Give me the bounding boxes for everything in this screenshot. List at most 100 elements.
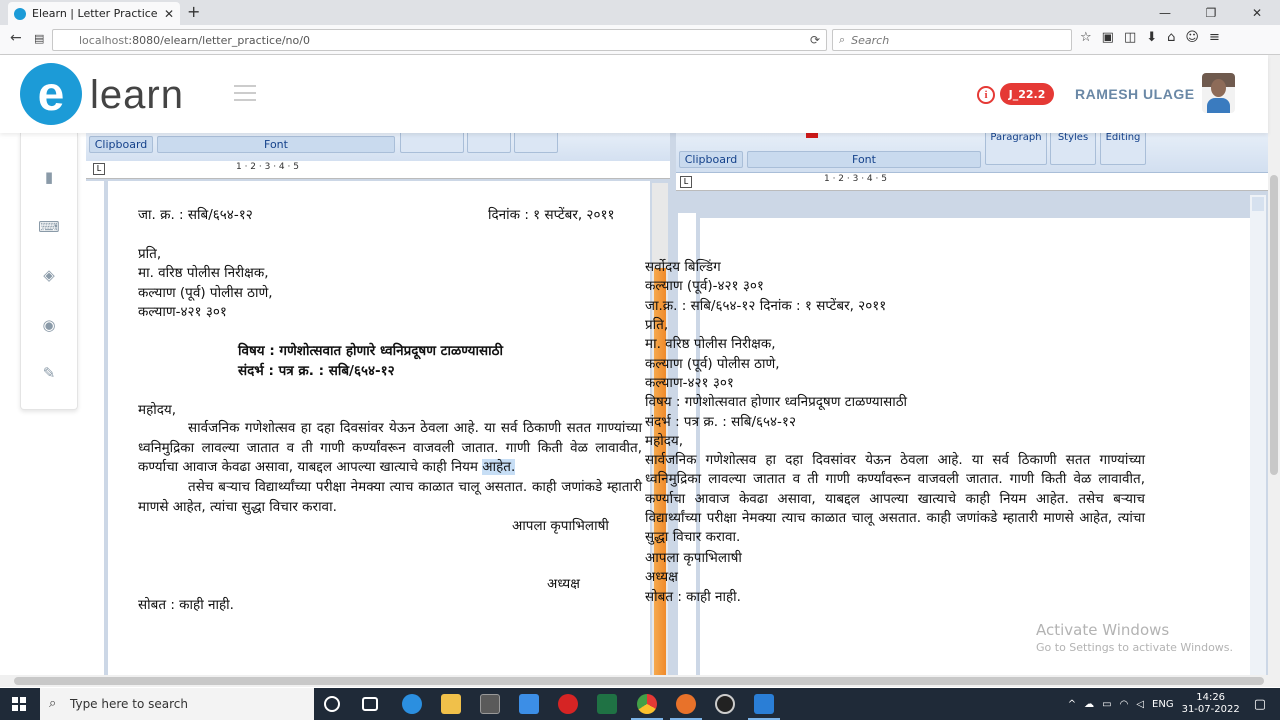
clock[interactable]: 14:26 31-07-2022 <box>1182 692 1240 716</box>
bookmark-star-icon[interactable]: ☆ <box>1080 30 1092 45</box>
new-tab-button[interactable]: + <box>187 2 200 21</box>
reading-list-icon[interactable]: ▣ <box>1102 30 1114 45</box>
page-vertical-scrollbar[interactable] <box>1268 55 1280 675</box>
typed-closing[interactable]: आपला कृपाभिलाषी <box>645 549 742 568</box>
chat-icon[interactable]: ☺ <box>1185 30 1199 45</box>
page-hscroll-thumb[interactable] <box>14 677 1264 685</box>
close-window-button[interactable]: ✕ <box>1234 0 1280 25</box>
tab-close-icon[interactable]: ✕ <box>164 7 174 21</box>
font-color-icon[interactable] <box>806 133 818 138</box>
opera-icon[interactable] <box>558 694 578 714</box>
cortana-icon[interactable] <box>324 696 340 712</box>
typed-enclosure[interactable]: सोबत : काही नाही. <box>645 588 741 607</box>
avatar[interactable] <box>1202 73 1235 113</box>
firefox-icon[interactable] <box>670 694 702 720</box>
paragraph-group-button[interactable]: Paragraph <box>985 131 1047 165</box>
elearn-favicon-icon <box>14 7 26 20</box>
chrome-icon[interactable] <box>631 694 663 720</box>
ruler-numbers: 1 · 2 · 3 · 4 · 5 <box>236 162 299 172</box>
typed-line[interactable]: प्रति, <box>645 316 668 335</box>
back-button[interactable]: ← <box>10 30 22 46</box>
keyboard-lang[interactable]: ENG <box>1152 699 1174 710</box>
editing-group-button[interactable]: Editing <box>1100 131 1146 165</box>
typed-line[interactable]: जा.क्र. : सबि/६५४-१२ दिनांक : १ सप्टेंबर… <box>645 297 886 316</box>
word-app-icon[interactable] <box>748 694 780 720</box>
search-icon: ⌕ <box>839 33 846 46</box>
typed-paragraph[interactable]: सार्वजनिक गणेशोत्सव हा दहा दिवसांवर येऊन… <box>645 451 1145 547</box>
letter-reference: संदर्भ : पत्र क्र. : सबि/६५४-१२ <box>238 363 395 379</box>
side-nav: ▮ ⌨ ◈ ◉ ✎ <box>20 133 78 410</box>
window-controls: — ❐ ✕ <box>1142 0 1280 25</box>
activate-windows-watermark: Activate Windows Go to Settings to activ… <box>1036 621 1233 654</box>
dropbox-icon[interactable]: ◈ <box>38 265 60 285</box>
letter-paragraph-1: सार्वजनिक गणेशोत्सव हा दहा दिवसांवर येऊन… <box>138 419 642 478</box>
clock-date: 31-07-2022 <box>1181 704 1240 715</box>
site-header: e learn i J_22.2 RAMESH ULAGE <box>0 55 1268 133</box>
mail-icon[interactable] <box>519 694 539 714</box>
browser-search-box[interactable]: ⌕ Search <box>832 29 1072 51</box>
clock-time: 14:26 <box>1196 692 1226 703</box>
ribbon-button[interactable] <box>467 131 511 153</box>
book-icon[interactable]: ▮ <box>38 167 60 187</box>
browser-toolbar: ☆ ▣ ◫ ⬇ ⌂ ☺ ≡ <box>1080 30 1220 45</box>
network-icon[interactable]: ▭ <box>1102 699 1111 710</box>
notification-icon[interactable]: ▢ <box>1254 697 1266 712</box>
keyboard-icon[interactable]: ⌨ <box>38 217 60 237</box>
volume-icon[interactable]: ◁ <box>1136 699 1144 710</box>
edge-browser-icon[interactable] <box>402 694 422 714</box>
reload-icon[interactable]: ⟳ <box>810 33 820 47</box>
page-scroll-thumb[interactable] <box>1270 175 1278 475</box>
browser-tab[interactable]: Elearn | Letter Practice ✕ <box>8 2 180 25</box>
tray-chevron-icon[interactable]: ^ <box>1068 699 1076 710</box>
tab-stop-icon[interactable]: L <box>93 163 105 175</box>
system-tray: ^ ☁ ▭ ◠ ◁ ENG 14:26 31-07-2022 ▢ <box>1068 688 1280 720</box>
excel-icon[interactable] <box>597 694 617 714</box>
typed-line[interactable]: कल्याण-४२१ ३०१ <box>645 374 734 393</box>
elearn-logo-icon[interactable]: e <box>20 63 82 125</box>
task-view-icon[interactable] <box>362 697 378 711</box>
info-icon[interactable]: i <box>977 86 995 104</box>
taskbar-search-box[interactable]: ⌕ Type here to search <box>40 688 314 720</box>
address-bar[interactable]: localhost :8080/elearn/letter_practice/n… <box>52 29 827 51</box>
typed-designation[interactable]: अध्यक्ष <box>645 568 678 587</box>
search-icon: ⌕ <box>49 696 57 711</box>
scroll-up-arrow-icon[interactable] <box>1252 197 1264 211</box>
typed-line[interactable]: सर्वोदय बिल्डिंग <box>645 258 721 277</box>
file-explorer-icon[interactable] <box>441 694 461 714</box>
letter-prati: प्रति, <box>138 246 162 262</box>
letter-date: दिनांक : १ सप्टेंबर, २०११ <box>488 207 615 223</box>
home-icon[interactable]: ⌂ <box>1167 30 1175 45</box>
selected-text[interactable]: आहेत. <box>482 459 516 475</box>
typed-line[interactable]: संदर्भ : पत्र क्र. : सबि/६५४-१२ <box>645 413 796 432</box>
menu-icon[interactable]: ≡ <box>1209 30 1220 45</box>
download-icon[interactable]: ⬇ <box>1146 30 1157 45</box>
pocket-icon[interactable]: ◫ <box>1124 30 1136 45</box>
right-ribbon: Clipboard Font Paragraph Styles Editing <box>676 131 1268 173</box>
hamburger-menu-icon[interactable] <box>234 85 256 106</box>
wifi-icon[interactable]: ◠ <box>1120 699 1129 710</box>
typed-line[interactable]: कल्याण (पूर्व) पोलीस ठाणे, <box>645 355 780 374</box>
logo-text[interactable]: learn <box>90 73 184 118</box>
gamepad-icon[interactable]: ◉ <box>38 315 60 335</box>
store-icon[interactable] <box>480 694 500 714</box>
typed-line[interactable]: महोदय, <box>645 432 683 451</box>
vertical-ruler <box>86 181 104 675</box>
styles-group-button[interactable]: Styles <box>1050 131 1096 165</box>
typed-line[interactable]: मा. वरिष्ठ पोलीस निरीक्षक, <box>645 335 776 354</box>
ribbon-button[interactable] <box>400 131 464 153</box>
cloud-icon[interactable]: ☁ <box>1084 699 1094 710</box>
windows-start-icon[interactable] <box>12 697 26 711</box>
maximize-button[interactable]: ❐ <box>1188 0 1234 25</box>
minimize-button[interactable]: — <box>1142 0 1188 25</box>
tab-stop-icon[interactable]: L <box>680 176 692 188</box>
app-icon[interactable] <box>715 694 735 714</box>
pencil-icon[interactable]: ✎ <box>38 363 60 383</box>
user-name[interactable]: RAMESH ULAGE <box>1075 86 1195 102</box>
ribbon-button[interactable] <box>514 131 558 153</box>
right-vertical-scrollbar[interactable] <box>1250 195 1266 675</box>
page-horizontal-scrollbar[interactable] <box>0 675 1280 687</box>
typed-line[interactable]: विषय : गणेशोत्सवात होणार ध्वनिप्रदूषण टा… <box>645 393 907 412</box>
practice-page[interactable] <box>700 218 1250 675</box>
typed-line[interactable]: कल्याण (पूर्व)-४२१ ३०१ <box>645 277 764 296</box>
browser-nav-bar: ← ▤ localhost :8080/elearn/letter_practi… <box>0 25 1280 55</box>
